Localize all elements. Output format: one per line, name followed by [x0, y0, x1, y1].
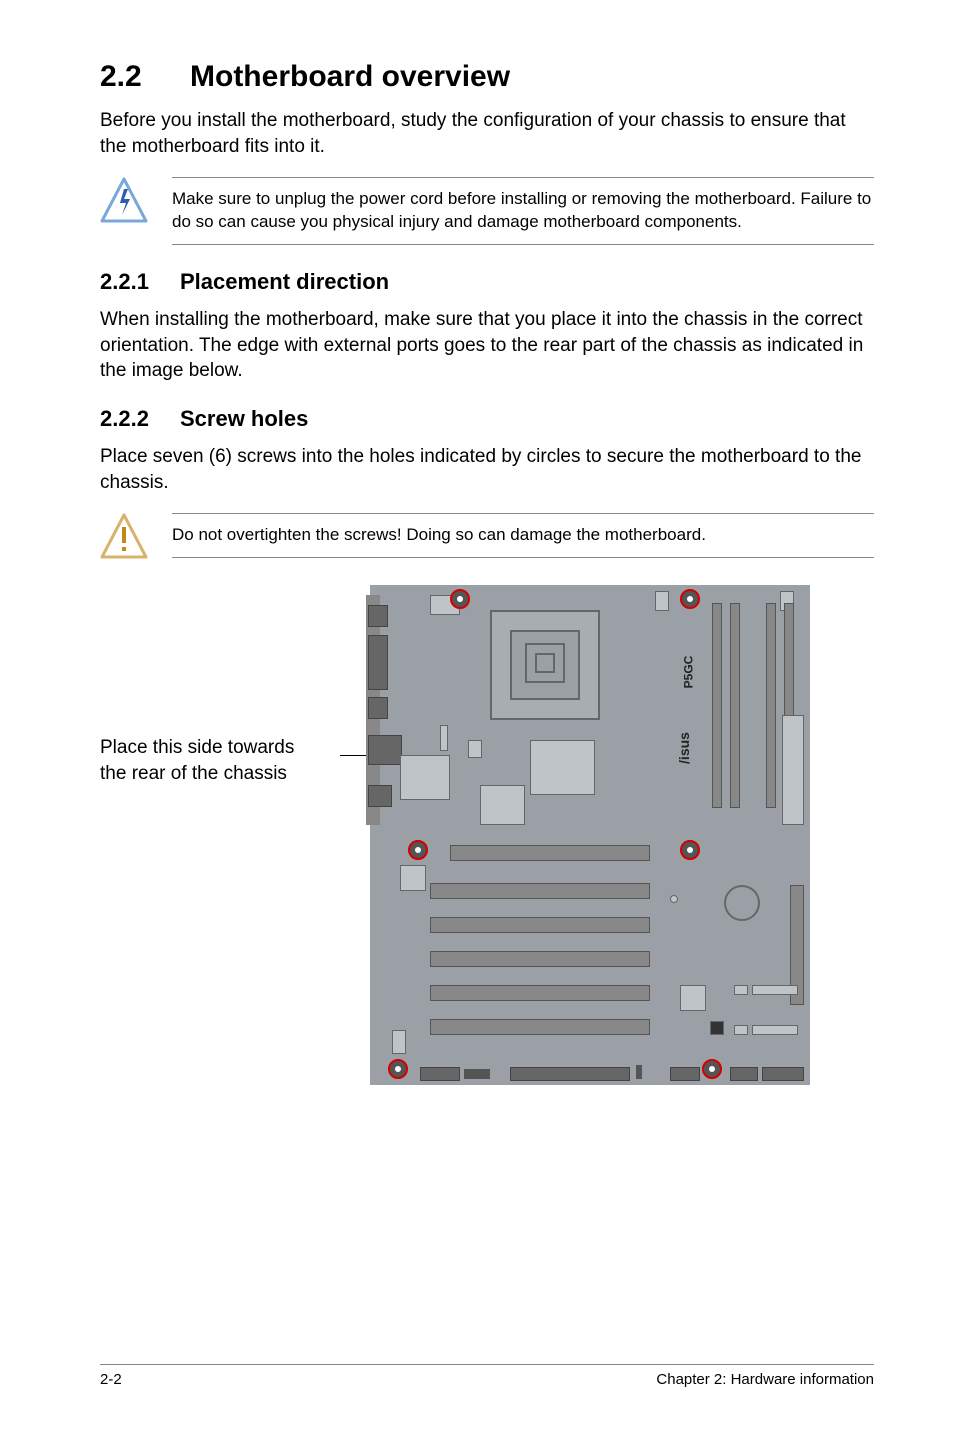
chipset [530, 740, 595, 795]
io-port [368, 735, 402, 765]
dimm-slot [766, 603, 776, 808]
cmos-battery [724, 885, 760, 921]
section-intro: Before you install the motherboard, stud… [100, 108, 874, 159]
pin-header [636, 1065, 642, 1079]
caution-callout: Do not overtighten the screws! Doing so … [100, 513, 874, 561]
subsection-number: 2.2.2 [100, 406, 180, 432]
diagram-side-label-line2: the rear of the chassis [100, 763, 287, 784]
chip [655, 591, 669, 611]
dot [670, 895, 678, 903]
subsection-title: Placement direction [180, 269, 389, 294]
caution-icon [100, 513, 148, 561]
subsection-heading: 2.2.1Placement direction [100, 269, 874, 295]
lightning-icon [100, 177, 148, 225]
header [440, 725, 448, 751]
pci-slot [430, 883, 650, 899]
model-label: P5GC [682, 656, 696, 689]
sata-port [752, 1025, 798, 1035]
header [762, 1067, 804, 1081]
screw-hole [680, 840, 700, 860]
chip [710, 1021, 724, 1035]
screw-hole [450, 589, 470, 609]
motherboard-illustration: /isus P5GC [370, 585, 810, 1085]
subsection-body: When installing the motherboard, make su… [100, 307, 874, 384]
dimm-slot [730, 603, 740, 808]
page-number: 2-2 [100, 1371, 122, 1388]
header [420, 1067, 460, 1081]
section-title: Motherboard overview [190, 60, 510, 93]
caution-text: Do not overtighten the screws! Doing so … [172, 524, 874, 547]
subsection-heading: 2.2.2Screw holes [100, 406, 874, 432]
chapter-label: Chapter 2: Hardware information [656, 1371, 874, 1388]
io-port [368, 635, 388, 690]
chip [400, 865, 426, 891]
pci-slot [430, 1019, 650, 1035]
page-footer: 2-2 Chapter 2: Hardware information [100, 1364, 874, 1388]
pci-slot [430, 985, 650, 1001]
section-heading: 2.2Motherboard overview [100, 60, 874, 94]
subsection-title: Screw holes [180, 406, 308, 431]
sata-port [752, 985, 798, 995]
header [730, 1067, 758, 1081]
io-port [368, 605, 388, 627]
screw-hole [408, 840, 428, 860]
pin-header [464, 1069, 490, 1079]
io-port [368, 697, 388, 719]
subsection-number: 2.2.1 [100, 269, 180, 295]
cpu-socket-inner [525, 643, 565, 683]
section-number: 2.2 [100, 60, 190, 94]
chip [680, 985, 706, 1011]
header [510, 1067, 630, 1081]
warning-callout: Make sure to unplug the power cord befor… [100, 177, 874, 245]
sata-port [734, 1025, 748, 1035]
screw-hole [680, 589, 700, 609]
bottom-headers [370, 1061, 810, 1081]
diagram-side-label-line1: Place this side towards [100, 737, 294, 758]
header [670, 1067, 700, 1081]
chip [392, 1030, 406, 1054]
chip [480, 785, 525, 825]
brand-label: /isus [676, 732, 692, 764]
motherboard-diagram: Place this side towards the rear of the … [100, 585, 874, 1085]
chip [400, 755, 450, 800]
dimm-slot [712, 603, 722, 808]
diagram-side-label: Place this side towards the rear of the … [100, 585, 350, 786]
sata-port [734, 985, 748, 995]
atx-power-connector [782, 715, 804, 825]
subsection-body: Place seven (6) screws into the holes in… [100, 444, 874, 495]
io-port [368, 785, 392, 807]
pci-slot [430, 917, 650, 933]
warning-text: Make sure to unplug the power cord befor… [172, 188, 874, 234]
pci-slot [430, 951, 650, 967]
pcie-slot [450, 845, 650, 861]
header [468, 740, 482, 758]
